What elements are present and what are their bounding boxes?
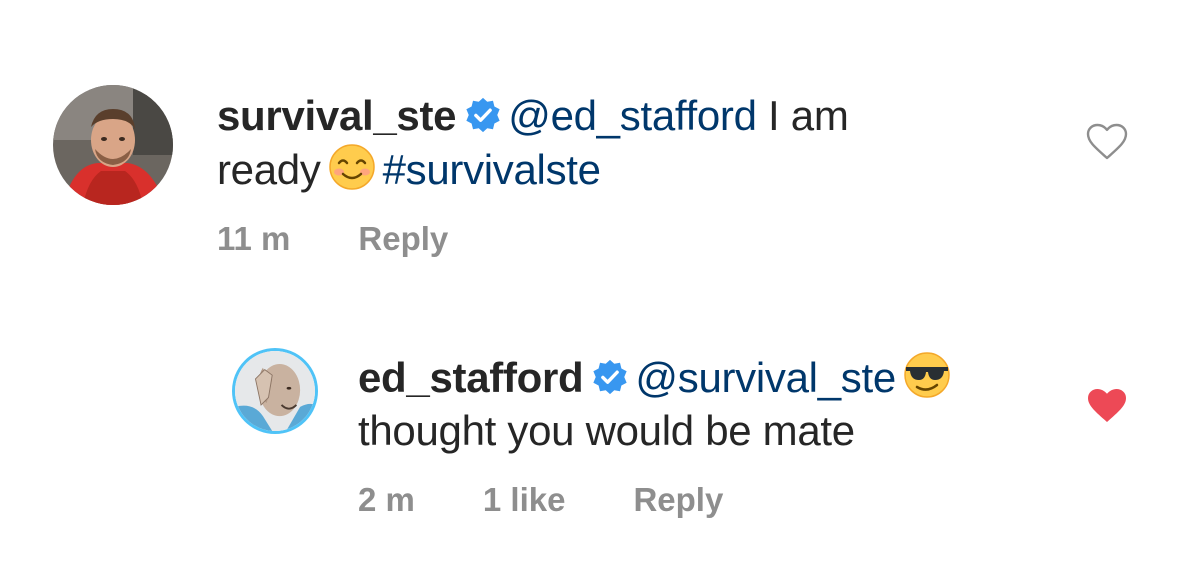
avatar[interactable] [53,85,173,205]
comment-body-text: I am [756,92,849,139]
like-button[interactable] [1085,386,1129,426]
hashtag-link[interactable]: #survivalste [383,146,601,193]
comment-meta: 2 m 1 like Reply [358,481,958,519]
reply-button[interactable]: Reply [633,481,723,519]
username[interactable]: ed_stafford [358,354,584,401]
comment-text: ed_stafford @survival_ste thought you wo… [358,350,958,457]
likes-count-link[interactable]: 1 like [483,481,566,519]
verified-badge-icon [593,359,628,395]
avatar-image [235,351,315,431]
smiling-face-emoji-icon [328,144,375,190]
comment-meta: 11 m Reply [217,220,849,258]
comment-text: survival_ste @ed_stafford I am ready #sur… [217,89,849,196]
heart-outline-icon [1086,123,1128,160]
avatar[interactable] [232,348,318,434]
comment-body-text: thought you would be mate [358,407,855,454]
heart-filled-icon [1088,389,1126,422]
username[interactable]: survival_ste [217,92,457,139]
mention-link[interactable]: @ed_stafford [508,92,757,139]
reply-comment-item: ed_stafford @survival_ste thought you wo… [232,348,1052,519]
reply-button[interactable]: Reply [358,220,448,258]
like-button[interactable] [1085,122,1129,162]
mention-link[interactable]: @survival_ste [635,354,896,401]
sunglasses-face-emoji-icon [904,352,950,398]
comment-item: survival_ste @ed_stafford I am ready #sur… [53,85,1053,258]
timestamp: 2 m [358,481,415,518]
comment-body-text-line2: ready [217,146,321,193]
avatar-image [53,85,173,205]
comments-panel: survival_ste @ed_stafford I am ready #sur… [0,0,1200,573]
timestamp: 11 m [217,220,291,257]
verified-badge-icon [466,97,500,133]
